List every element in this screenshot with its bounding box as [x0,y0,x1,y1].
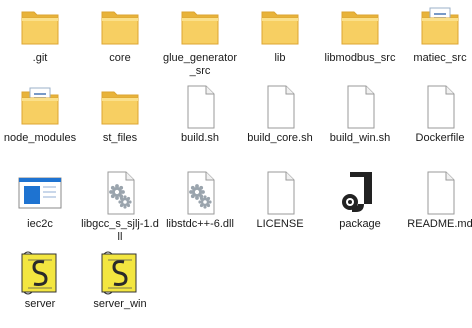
file-item-label: .git [32,52,48,64]
folder-docs-icon [416,4,464,50]
file-item-label: lib [274,52,286,64]
file-item-libstdc-6-dll[interactable]: libstdc++-6.dll [160,170,240,248]
file-item-label: st_files [102,132,138,144]
file-item-build-sh[interactable]: build.sh [160,84,240,162]
file-icon [336,84,384,130]
file-item-libgcc-s-sjlj-1-dll[interactable]: libgcc_s_sjlj-1.dll [80,170,160,248]
file-item-label: LICENSE [256,218,304,230]
file-icon [256,84,304,130]
file-item-label: package [339,218,381,230]
file-item-node-modules[interactable]: node_modules [0,84,80,162]
package-app-icon [336,170,384,216]
file-explorer-icon-grid: .git core glue_generator_src lib libmodb… [0,0,472,323]
file-item-label: server [24,298,56,310]
folder-icon [256,4,304,50]
file-item-label: core [109,52,131,64]
file-item-label: build_core.sh [247,132,313,144]
application-icon [16,170,64,216]
file-icon [416,84,464,130]
file-item-label: build_win.sh [329,132,391,144]
file-icon [416,170,464,216]
folder-icon [96,4,144,50]
file-item-label: matiec_src [413,52,467,64]
file-item-server[interactable]: server [0,250,80,328]
file-item-git[interactable]: .git [0,4,80,82]
file-item-label: server_win [93,298,147,310]
file-item-build-win-sh[interactable]: build_win.sh [320,84,400,162]
file-item-st-files[interactable]: st_files [80,84,160,162]
file-item-label: README.md [407,218,472,230]
file-item-label: build.sh [181,132,219,144]
file-item-iec2c[interactable]: iec2c [0,170,80,248]
file-item-label: libstdc++-6.dll [166,218,234,230]
file-item-license[interactable]: LICENSE [240,170,320,248]
folder-icon [96,84,144,130]
file-item-label: libmodbus_src [324,52,396,64]
file-item-label: Dockerfile [415,132,465,144]
folder-icon [176,4,224,50]
file-icon [176,84,224,130]
script-icon [96,250,144,296]
folder-docs-icon [16,84,64,130]
folder-icon [336,4,384,50]
file-item-core[interactable]: core [80,4,160,82]
file-item-lib[interactable]: lib [240,4,320,82]
file-item-build-core-sh[interactable]: build_core.sh [240,84,320,162]
file-item-package[interactable]: package [320,170,400,248]
dll-gear-icon [176,170,224,216]
file-item-libmodbus-src[interactable]: libmodbus_src [320,4,400,82]
file-item-readme-md[interactable]: README.md [400,170,472,248]
file-item-glue-generator-src[interactable]: glue_generator_src [160,4,240,82]
dll-gear-icon [96,170,144,216]
file-item-dockerfile[interactable]: Dockerfile [400,84,472,162]
file-item-label: glue_generator_src [162,52,237,77]
file-item-server-win[interactable]: server_win [80,250,160,328]
file-item-label: node_modules [3,132,77,144]
file-item-label: libgcc_s_sjlj-1.dll [81,218,159,243]
folder-icon [16,4,64,50]
file-icon [256,170,304,216]
file-item-label: iec2c [27,218,53,230]
file-item-matiec-src[interactable]: matiec_src [400,4,472,82]
script-icon [16,250,64,296]
